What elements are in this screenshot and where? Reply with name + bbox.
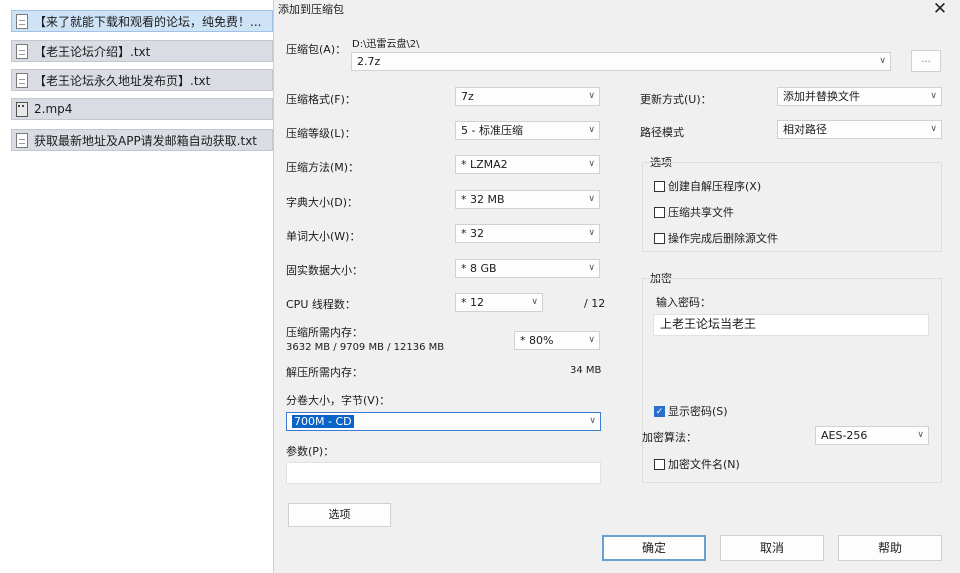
solid-select[interactable]: * 8 GB ∨ (455, 259, 600, 278)
solid-value: * 8 GB (461, 262, 497, 275)
format-select[interactable]: 7z ∨ (455, 87, 600, 106)
checkbox-box (654, 232, 665, 244)
volume-label: 分卷大小，字节(V)： (286, 394, 391, 407)
update-select[interactable]: 添加并替换文件 ∨ (777, 87, 942, 106)
dict-select[interactable]: * 32 MB ∨ (455, 190, 600, 209)
mem-compress-detail: 3632 MB / 9709 MB / 12136 MB (286, 342, 445, 353)
path-mode-select[interactable]: 相对路径 ∨ (777, 120, 942, 139)
chevron-down-icon: ∨ (588, 335, 595, 345)
checkbox-checked: ✓ (654, 405, 665, 417)
file-name: 【老王论坛永久地址发布页】.txt (34, 73, 211, 88)
chevron-down-icon: ∨ (588, 228, 595, 238)
chevron-down-icon: ∨ (588, 159, 595, 169)
encrypt-method-value: AES-256 (821, 429, 868, 442)
format-label: 压缩格式(F)： (286, 93, 356, 106)
update-value: 添加并替换文件 (783, 90, 860, 103)
cancel-button[interactable]: 取消 (720, 535, 824, 561)
dict-value: * 32 MB (461, 193, 505, 206)
file-item[interactable]: 2.mp4 (11, 98, 273, 120)
shared-checkbox[interactable]: 压缩共享文件 (654, 204, 734, 220)
level-label: 压缩等级(L)： (286, 127, 356, 140)
update-label: 更新方式(U)： (640, 93, 712, 106)
mem-decompress-label: 解压所需内存： (286, 366, 363, 379)
mem-compress-label: 压缩所需内存： (286, 326, 363, 339)
show-password-label: 显示密码(S) (668, 405, 728, 418)
cpu-select[interactable]: * 12 ∨ (455, 293, 543, 312)
file-name: 获取最新地址及APP请发邮箱自动获取.txt (34, 133, 258, 148)
file-item[interactable]: 获取最新地址及APP请发邮箱自动获取.txt (11, 129, 273, 151)
level-select[interactable]: 5 - 标准压缩 ∨ (455, 121, 600, 140)
checkbox-box (654, 206, 665, 218)
volume-combo[interactable]: 700M - CD ∨ (286, 412, 601, 431)
file-name: 【老王论坛介绍】.txt (34, 44, 151, 59)
cpu-max: / 12 (584, 297, 606, 310)
document-icon (16, 72, 28, 88)
file-name: 2.mp4 (34, 102, 73, 116)
word-select[interactable]: * 32 ∨ (455, 224, 600, 243)
show-password-checkbox[interactable]: ✓ 显示密码(S) (654, 403, 728, 419)
path-mode-label: 路径模式 (640, 126, 684, 139)
method-value: * LZMA2 (461, 158, 508, 171)
method-label: 压缩方法(M)： (286, 161, 360, 174)
mem-percent-value: * 80% (520, 334, 554, 347)
chevron-down-icon: ∨ (588, 263, 595, 273)
archive-path: D:\迅雷云盘\2\ (352, 39, 420, 50)
sfx-label: 创建自解压程序(X) (668, 180, 762, 193)
encrypt-method-select[interactable]: AES-256 ∨ (815, 426, 929, 445)
password-label: 输入密码： (656, 296, 711, 309)
archive-name-combo[interactable]: 2.7z ∨ (351, 52, 891, 71)
chevron-down-icon: ∨ (930, 91, 937, 101)
add-to-archive-dialog: 添加到压缩包 ✕ 压缩包(A)： D:\迅雷云盘\2\ 2.7z ∨ ... 压… (273, 0, 960, 573)
document-icon (16, 13, 28, 29)
shared-label: 压缩共享文件 (668, 206, 734, 219)
chevron-down-icon: ∨ (588, 125, 595, 135)
chevron-down-icon: ∨ (879, 56, 886, 66)
encrypt-method-label: 加密算法： (642, 431, 697, 444)
chevron-down-icon: ∨ (588, 194, 595, 204)
checkbox-box (654, 458, 665, 470)
cpu-value: * 12 (461, 296, 484, 309)
checkbox-box (654, 180, 665, 192)
word-label: 单词大小(W)： (286, 230, 361, 243)
archive-name: 2.7z (357, 55, 381, 68)
browse-button[interactable]: ... (911, 50, 941, 72)
dialog-title: 添加到压缩包 (278, 3, 344, 16)
sfx-checkbox[interactable]: 创建自解压程序(X) (654, 178, 761, 194)
method-select[interactable]: * LZMA2 ∨ (455, 155, 600, 174)
level-value: 5 - 标准压缩 (461, 124, 523, 137)
document-icon (16, 43, 28, 59)
chevron-down-icon: ∨ (588, 91, 595, 101)
mem-percent-select[interactable]: * 80% ∨ (514, 331, 600, 350)
file-name: 【来了就能下载和观看的论坛，纯免费！... (34, 14, 262, 29)
help-button[interactable]: 帮助 (838, 535, 942, 561)
file-item[interactable]: 【老王论坛介绍】.txt (11, 40, 273, 62)
chevron-down-icon: ∨ (589, 416, 596, 426)
params-label: 参数(P)： (286, 445, 335, 458)
file-item[interactable]: 【老王论坛永久地址发布页】.txt (11, 69, 273, 91)
video-file-icon (16, 101, 28, 117)
path-mode-value: 相对路径 (783, 123, 827, 136)
solid-label: 固实数据大小： (286, 264, 363, 277)
ok-button[interactable]: 确定 (602, 535, 706, 561)
params-input[interactable] (286, 462, 601, 484)
password-input[interactable]: 上老王论坛当老王 (653, 314, 929, 336)
document-icon (16, 132, 28, 148)
word-value: * 32 (461, 227, 484, 240)
delete-source-checkbox[interactable]: 操作完成后删除源文件 (654, 230, 778, 246)
encrypt-names-label: 加密文件名(N) (668, 458, 740, 471)
format-value: 7z (461, 90, 474, 103)
options-button[interactable]: 选项 (288, 503, 391, 527)
encrypt-names-checkbox[interactable]: 加密文件名(N) (654, 456, 740, 472)
volume-value: 700M - CD (292, 415, 354, 428)
delete-source-label: 操作完成后删除源文件 (668, 232, 778, 245)
dict-label: 字典大小(D)： (286, 196, 359, 209)
close-button[interactable]: ✕ (929, 0, 951, 18)
cpu-label: CPU 线程数： (286, 298, 356, 311)
chevron-down-icon: ∨ (531, 297, 538, 307)
archive-label: 压缩包(A)： (286, 43, 347, 56)
chevron-down-icon: ∨ (917, 430, 924, 440)
mem-decompress-value: 34 MB (570, 365, 602, 376)
chevron-down-icon: ∨ (930, 124, 937, 134)
file-item[interactable]: 【来了就能下载和观看的论坛，纯免费！... (11, 10, 273, 32)
